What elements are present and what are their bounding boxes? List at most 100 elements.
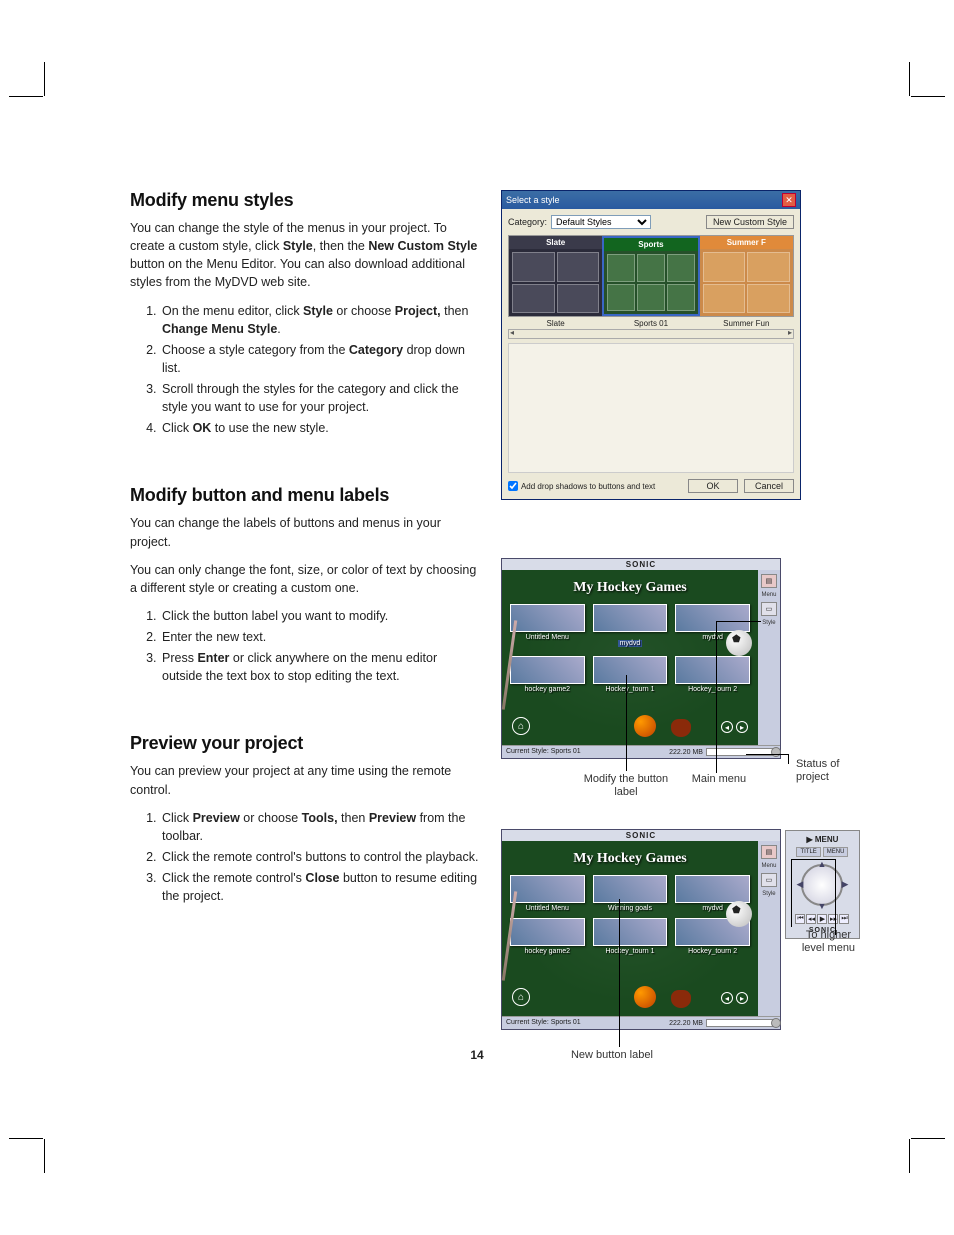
glove-icon bbox=[671, 990, 691, 1008]
step-1: On the menu editor, click Style or choos… bbox=[160, 302, 479, 338]
step-3: Scroll through the styles for the catego… bbox=[160, 380, 479, 416]
steps-preview: Click Preview or choose Tools, then Prev… bbox=[130, 809, 479, 906]
intro-paragraph: You can change the style of the menus in… bbox=[130, 219, 479, 292]
p-preview: You can preview your project at any time… bbox=[130, 762, 479, 798]
dialog-title: Select a style bbox=[506, 195, 560, 205]
steps-modify-menu-styles: On the menu editor, click Style or choos… bbox=[130, 302, 479, 438]
step-4: Click OK to use the new style. bbox=[160, 419, 479, 437]
dpad-right-icon[interactable]: ▶ bbox=[842, 879, 849, 890]
menu-title[interactable]: My Hockey Games bbox=[510, 851, 750, 867]
section-modify-menu-styles: Modify menu styles You can change the st… bbox=[130, 190, 479, 437]
step-3: Click the remote control's Close button … bbox=[160, 869, 479, 905]
category-dropdown[interactable]: Default Styles bbox=[551, 215, 651, 229]
heading-modify-menu-styles: Modify menu styles bbox=[130, 190, 479, 211]
status-size: 222.20 MB bbox=[669, 1020, 703, 1027]
step-2: Choose a style category from the Categor… bbox=[160, 341, 479, 377]
menu-thumb[interactable]: hockey game2 bbox=[510, 918, 585, 955]
next-icon[interactable]: ⏭ bbox=[839, 914, 849, 924]
dvd-editor-before: SONIC My Hockey Games Untitled Menu mydv… bbox=[501, 558, 781, 759]
section-modify-labels: Modify button and menu labels You can ch… bbox=[130, 485, 479, 685]
step-2: Click the remote control's buttons to co… bbox=[160, 848, 479, 866]
step-1: Click the button label you want to modif… bbox=[160, 607, 479, 625]
steps-modify-labels: Click the button label you want to modif… bbox=[130, 607, 479, 686]
capacity-bar bbox=[706, 1019, 776, 1027]
menu-thumb[interactable]: mydvd bbox=[593, 604, 668, 650]
nav-arrows[interactable]: ◂▸ bbox=[721, 721, 748, 733]
basketball-icon bbox=[634, 986, 656, 1008]
style-strip[interactable]: Slate Sports Summer F bbox=[508, 235, 794, 317]
home-icon[interactable]: ⌂ bbox=[512, 717, 530, 735]
step-1: Click Preview or choose Tools, then Prev… bbox=[160, 809, 479, 845]
style-tool-icon[interactable]: ▭ bbox=[761, 873, 777, 887]
brand-label: SONIC bbox=[502, 830, 780, 841]
menu-thumb[interactable]: Winning goals bbox=[593, 875, 668, 912]
style-label-summer: Summer Fun bbox=[699, 319, 794, 328]
menu-tool-icon[interactable]: ▤ bbox=[761, 574, 777, 588]
remote-menu-button[interactable]: ▶ MENU bbox=[807, 835, 839, 844]
drop-shadow-checkbox[interactable]: Add drop shadows to buttons and text bbox=[508, 481, 655, 491]
status-size: 222.20 MB bbox=[669, 749, 703, 756]
side-toolbar: ▤ Menu ▭ Style bbox=[758, 570, 780, 745]
soccer-ball-icon bbox=[726, 630, 752, 656]
style-scrollbar[interactable] bbox=[508, 329, 794, 339]
style-card-sports[interactable]: Sports bbox=[602, 236, 699, 316]
dpad-up-icon[interactable]: ▲ bbox=[817, 859, 826, 869]
dpad-down-icon[interactable]: ▼ bbox=[817, 901, 826, 911]
remote-title-tab[interactable]: TITLE bbox=[796, 847, 820, 857]
p-modify-labels-2: You can only change the font, size, or c… bbox=[130, 561, 479, 597]
close-icon[interactable]: ✕ bbox=[782, 193, 796, 207]
play-icon[interactable]: ▶ bbox=[817, 914, 827, 924]
new-custom-style-button[interactable]: New Custom Style bbox=[706, 215, 794, 229]
side-toolbar: ▤ Menu ▭ Style bbox=[758, 841, 780, 1016]
callout-main-menu: Main menu bbox=[689, 773, 749, 786]
style-tool-icon[interactable]: ▭ bbox=[761, 602, 777, 616]
step-3: Press Enter or click anywhere on the men… bbox=[160, 649, 479, 685]
section-preview: Preview your project You can preview you… bbox=[130, 733, 479, 905]
glove-icon bbox=[671, 719, 691, 737]
style-card-slate[interactable]: Slate bbox=[509, 236, 602, 316]
menu-thumb[interactable]: Untitled Menu bbox=[510, 604, 585, 650]
callout-modify-label: Modify the button label bbox=[581, 773, 671, 799]
basketball-icon bbox=[634, 715, 656, 737]
prev-icon[interactable]: ⏮ bbox=[795, 914, 805, 924]
remote-control: ▶ MENU TITLE MENU ▲ ▼ ◀ ▶ ⏮ ◂◂ bbox=[785, 830, 860, 939]
soccer-ball-icon bbox=[726, 901, 752, 927]
cancel-button[interactable]: Cancel bbox=[744, 479, 794, 493]
status-style: Current Style: Sports 01 bbox=[506, 1019, 581, 1027]
menu-thumb[interactable]: Hockey_tourn 1 bbox=[593, 918, 668, 955]
menu-thumb[interactable]: Hockey_tourn 1 bbox=[593, 656, 668, 693]
callout-status: Status of project bbox=[796, 758, 856, 784]
callout-higher-menu: To higher level menu bbox=[801, 929, 856, 955]
menu-thumb[interactable]: Hockey_tourn 2 bbox=[675, 656, 750, 693]
category-label: Category: bbox=[508, 217, 547, 227]
remote-dpad[interactable]: ▲ ▼ ◀ ▶ bbox=[797, 860, 847, 910]
dvd-editor-after: SONIC My Hockey Games Untitled Menu Winn… bbox=[501, 829, 781, 1030]
remote-transport[interactable]: ⏮ ◂◂ ▶ ▸▸ ⏭ bbox=[795, 914, 849, 924]
nav-arrows[interactable]: ◂▸ bbox=[721, 992, 748, 1004]
style-dialog: Select a style ✕ Category: Default Style… bbox=[501, 190, 801, 500]
style-label-slate: Slate bbox=[508, 319, 603, 328]
brand-label: SONIC bbox=[502, 559, 780, 570]
page-number: 14 bbox=[0, 1048, 954, 1062]
status-style: Current Style: Sports 01 bbox=[506, 748, 581, 756]
ok-button[interactable]: OK bbox=[688, 479, 738, 493]
menu-title[interactable]: My Hockey Games bbox=[510, 580, 750, 596]
menu-screen[interactable]: My Hockey Games Untitled Menu mydvd mydv… bbox=[502, 570, 758, 745]
ffwd-icon[interactable]: ▸▸ bbox=[828, 914, 838, 924]
remote-menu-tab[interactable]: MENU bbox=[823, 847, 849, 857]
heading-preview: Preview your project bbox=[130, 733, 479, 754]
status-bar: Current Style: Sports 01 222.20 MB bbox=[502, 745, 780, 758]
rewind-icon[interactable]: ◂◂ bbox=[806, 914, 816, 924]
home-icon[interactable]: ⌂ bbox=[512, 988, 530, 1006]
style-card-summer[interactable]: Summer F bbox=[700, 236, 793, 316]
p-modify-labels-1: You can change the labels of buttons and… bbox=[130, 514, 479, 550]
style-label-sports: Sports 01 bbox=[603, 319, 698, 328]
dialog-titlebar[interactable]: Select a style ✕ bbox=[502, 191, 800, 209]
menu-screen[interactable]: My Hockey Games Untitled Menu Winning go… bbox=[502, 841, 758, 1016]
status-bar: Current Style: Sports 01 222.20 MB bbox=[502, 1016, 780, 1029]
menu-thumb[interactable]: Untitled Menu bbox=[510, 875, 585, 912]
dpad-left-icon[interactable]: ◀ bbox=[796, 879, 803, 890]
menu-tool-icon[interactable]: ▤ bbox=[761, 845, 777, 859]
step-2: Enter the new text. bbox=[160, 628, 479, 646]
menu-thumb[interactable]: hockey game2 bbox=[510, 656, 585, 693]
